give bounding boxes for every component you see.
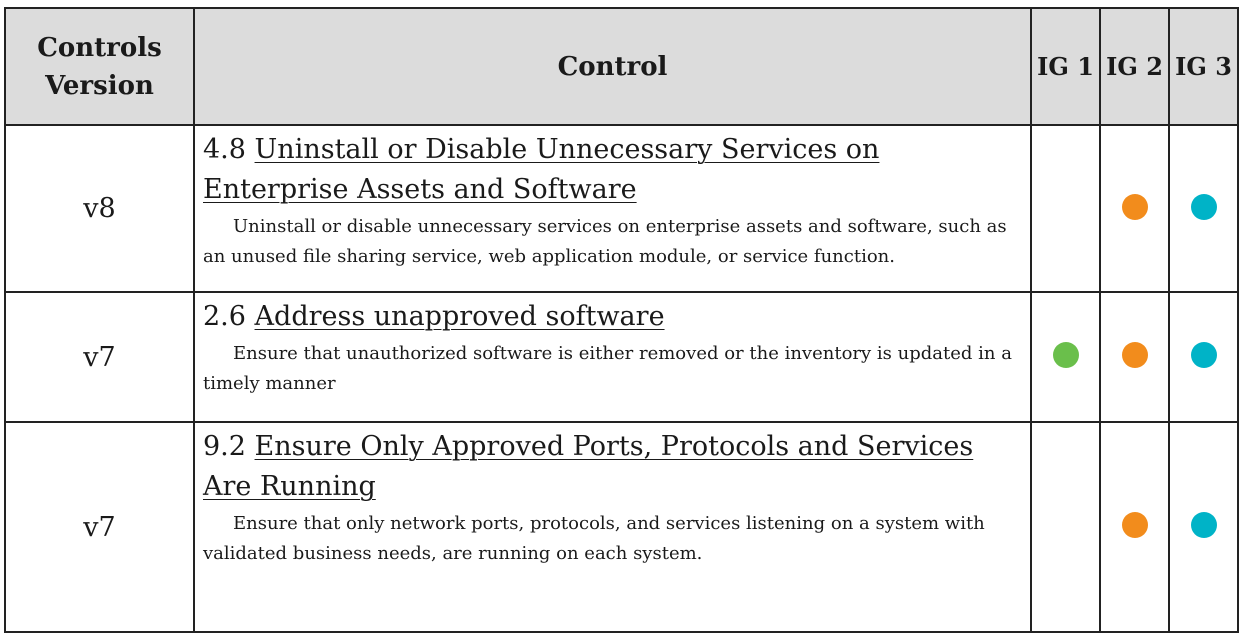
header-row: Controls Version Control IG 1 IG 2 IG 3 xyxy=(4,7,1239,126)
header-controls-version: Controls Version xyxy=(4,7,195,126)
ig3-cell xyxy=(1168,124,1239,293)
control-cell: 4.8 Uninstall or Disable Unnecessary Ser… xyxy=(193,124,1032,293)
control-title: 4.8 Uninstall or Disable Unnecessary Ser… xyxy=(203,130,1022,210)
ig3-dot xyxy=(1190,342,1217,368)
ig2-cell xyxy=(1099,124,1170,293)
header-control: Control xyxy=(193,7,1032,126)
ig2-cell xyxy=(1099,421,1170,633)
control-description: Ensure that only network ports, protocol… xyxy=(203,513,985,564)
control-link[interactable]: Address unapproved software xyxy=(255,301,665,332)
header-ig3: IG 3 xyxy=(1168,7,1239,126)
ig3-dot xyxy=(1190,512,1217,538)
table-row: v7 2.6 Address unapproved software Ensur… xyxy=(4,291,1239,423)
ig1-dot xyxy=(1052,342,1079,368)
table-row: v8 4.8 Uninstall or Disable Unnecessary … xyxy=(4,124,1239,293)
version-cell: v8 xyxy=(4,124,195,293)
control-link[interactable]: Uninstall or Disable Unnecessary Service… xyxy=(203,134,879,205)
ig1-cell xyxy=(1030,291,1101,423)
version-cell: v7 xyxy=(4,291,195,423)
ig3-cell xyxy=(1168,421,1239,633)
header-ig2: IG 2 xyxy=(1099,7,1170,126)
control-title: 2.6 Address unapproved software xyxy=(203,297,1022,337)
ig2-cell xyxy=(1099,291,1170,423)
ig2-dot xyxy=(1121,342,1148,368)
control-description: Uninstall or disable unnecessary service… xyxy=(203,216,1007,267)
control-cell: 9.2 Ensure Only Approved Ports, Protocol… xyxy=(193,421,1032,633)
control-number: 4.8 xyxy=(203,134,246,165)
ig2-dot xyxy=(1121,512,1148,538)
controls-table: Controls Version Control IG 1 IG 2 IG 3 … xyxy=(4,7,1239,633)
header-ig1: IG 1 xyxy=(1030,7,1101,126)
table-row: v7 9.2 Ensure Only Approved Ports, Proto… xyxy=(4,421,1239,633)
control-number: 9.2 xyxy=(203,431,246,462)
ig2-dot xyxy=(1121,193,1148,220)
control-link[interactable]: Ensure Only Approved Ports, Protocols an… xyxy=(203,431,973,502)
version-cell: v7 xyxy=(4,421,195,633)
ig1-cell xyxy=(1030,421,1101,633)
control-cell: 2.6 Address unapproved software Ensure t… xyxy=(193,291,1032,423)
control-description: Ensure that unauthorized software is eit… xyxy=(203,343,1012,394)
ig3-cell xyxy=(1168,291,1239,423)
control-title: 9.2 Ensure Only Approved Ports, Protocol… xyxy=(203,427,1022,507)
ig3-dot xyxy=(1190,193,1217,220)
ig1-cell xyxy=(1030,124,1101,293)
control-number: 2.6 xyxy=(203,301,246,332)
